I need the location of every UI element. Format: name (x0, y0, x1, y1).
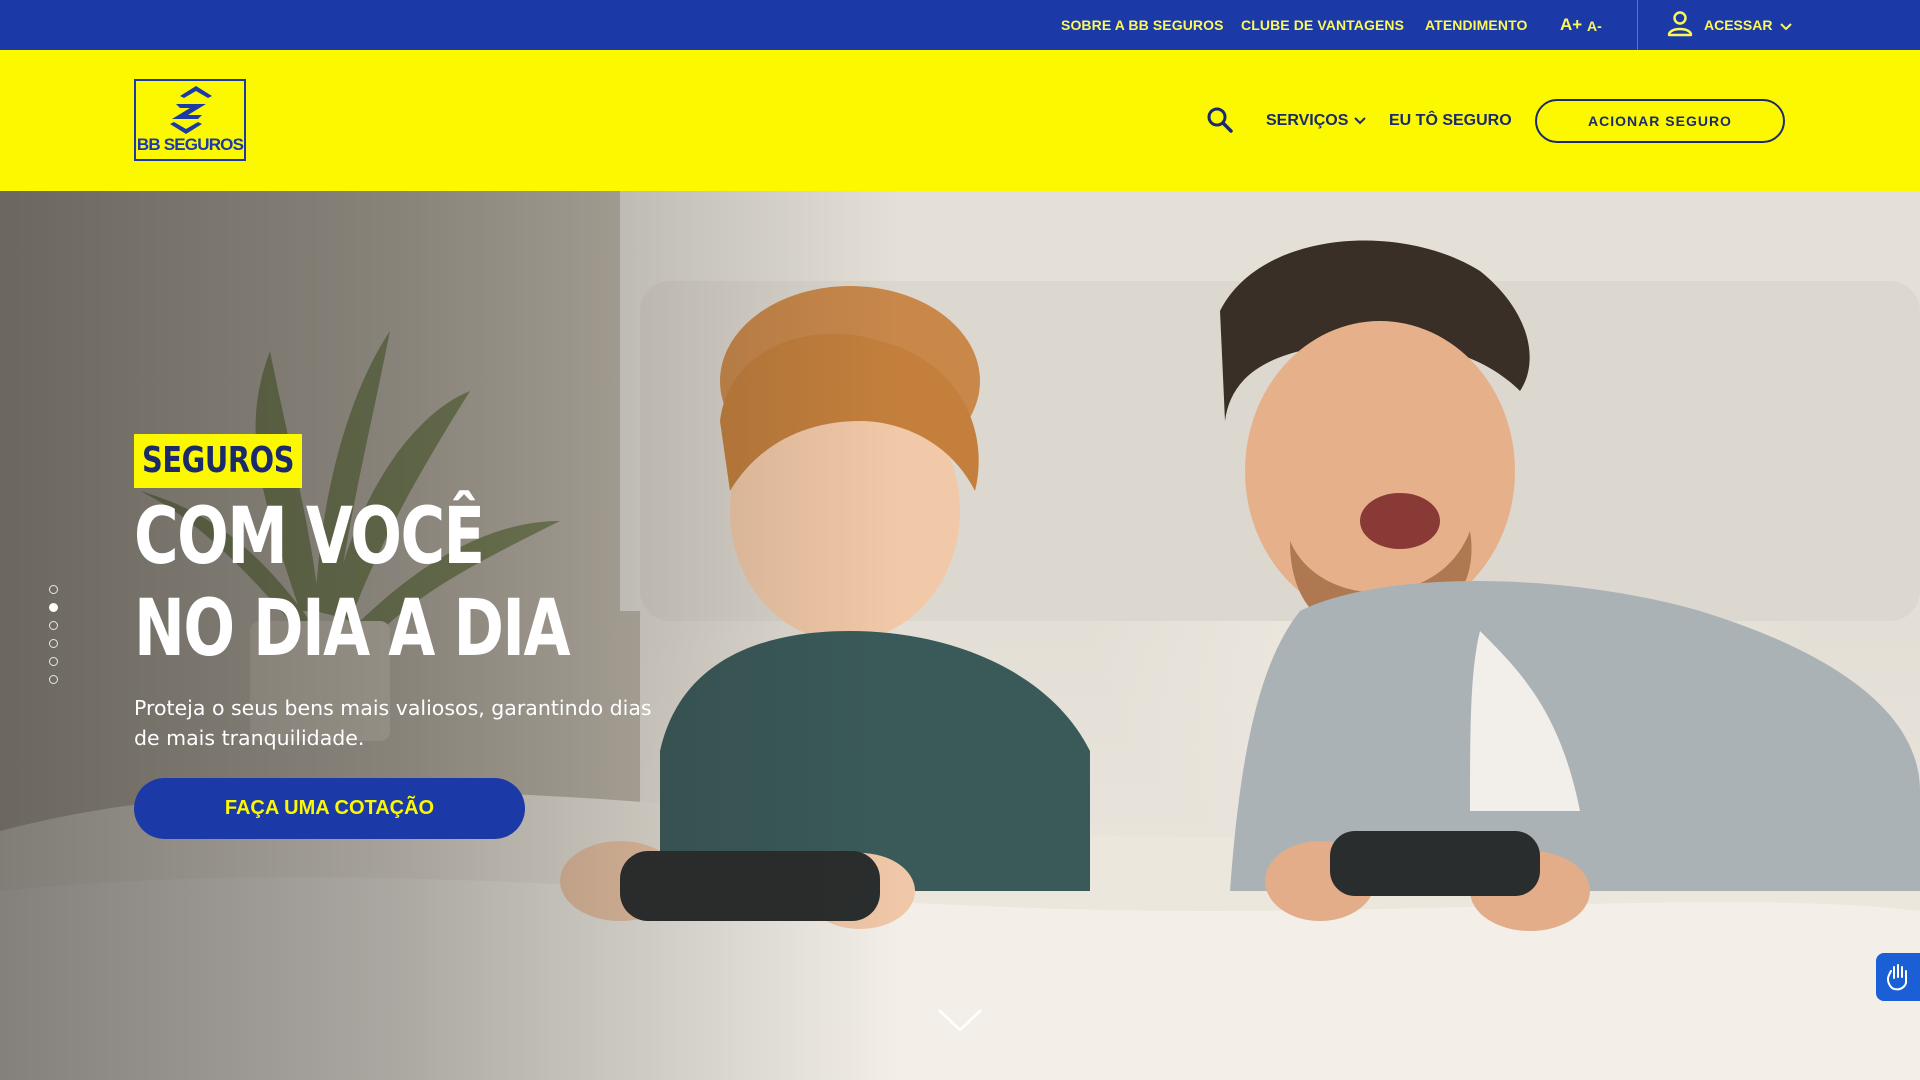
main-header: BB SEGUROS SERVIÇOS EU TÔ SEGURO ACIONAR… (0, 50, 1920, 191)
accessibility-hand-icon[interactable] (1876, 953, 1920, 1001)
chevron-down-icon (1780, 16, 1793, 35)
hero-badge: SEGUROS (134, 434, 303, 488)
bb-logo-mark-icon (170, 86, 212, 134)
link-sobre-bb-seguros[interactable]: SOBRE A BB SEGUROS (1061, 0, 1224, 50)
hero-headline-line1: COM VOCÊ (134, 492, 485, 582)
carousel-dot[interactable] (49, 639, 58, 648)
font-increase-button[interactable]: A+ (1560, 0, 1582, 50)
nav-servicos-label: SERVIÇOS (1266, 112, 1349, 129)
font-decrease-button[interactable]: A- (1587, 1, 1602, 51)
nav-eu-to-seguro[interactable]: EU TÔ SEGURO (1389, 50, 1512, 191)
carousel-pagination (49, 585, 59, 693)
top-utility-bar: SOBRE A BB SEGUROS CLUBE DE VANTAGENS AT… (0, 0, 1920, 50)
carousel-dot[interactable] (49, 585, 58, 594)
carousel-dot[interactable] (49, 657, 58, 666)
carousel-dot[interactable] (49, 675, 58, 684)
search-icon[interactable] (1206, 106, 1234, 134)
carousel-dot-active[interactable] (49, 603, 58, 612)
login-menu-button[interactable]: ACESSAR (1666, 0, 1793, 50)
hero-headline-line2: NO DIA A DIA (134, 584, 571, 674)
hero-banner: SEGUROS COM VOCÊ NO DIA A DIA Proteja o … (0, 191, 1920, 1080)
user-icon (1666, 9, 1694, 41)
logo-wordmark: BB SEGUROS (136, 135, 244, 154)
topbar-divider (1637, 0, 1638, 50)
bb-seguros-logo[interactable]: BB SEGUROS (134, 79, 246, 161)
nav-servicos[interactable]: SERVIÇOS (1266, 50, 1367, 191)
link-atendimento[interactable]: ATENDIMENTO (1425, 0, 1527, 50)
login-label: ACESSAR (1704, 17, 1773, 33)
link-clube-de-vantagens[interactable]: CLUBE DE VANTAGENS (1241, 0, 1404, 50)
hero-headline: COM VOCÊ NO DIA A DIA (134, 491, 602, 675)
hero-subtitle: Proteja o seus bens mais valiosos, garan… (134, 696, 652, 750)
carousel-dot[interactable] (49, 621, 58, 630)
chevron-down-icon (1354, 50, 1367, 191)
faca-uma-cotacao-button[interactable]: FAÇA UMA COTAÇÃO (134, 778, 525, 839)
acionar-seguro-button[interactable]: ACIONAR SEGURO (1535, 99, 1785, 143)
scroll-down-chevron-icon[interactable] (937, 1008, 983, 1034)
